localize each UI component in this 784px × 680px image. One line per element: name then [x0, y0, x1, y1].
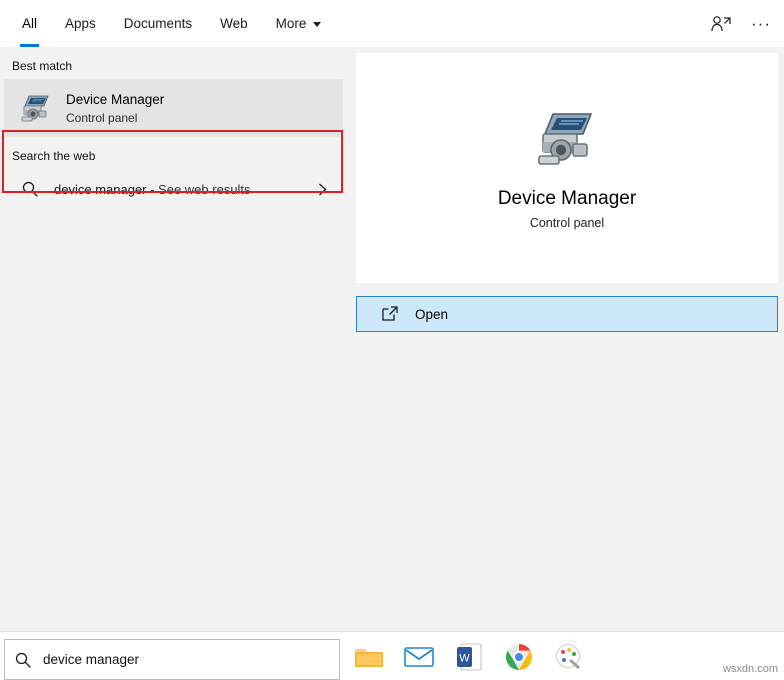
word-icon[interactable]: W [452, 640, 486, 674]
taskbar-search-box[interactable] [4, 639, 340, 680]
result-item-device-manager[interactable]: Device Manager Control panel [4, 79, 343, 137]
tab-web-label: Web [220, 16, 248, 31]
chevron-down-icon [313, 21, 322, 28]
chrome-icon[interactable] [502, 640, 536, 674]
result-title: Device Manager [66, 91, 165, 107]
tab-bar-actions: ··· [708, 0, 774, 47]
web-result-suffix: - See web results [146, 181, 251, 197]
chevron-right-icon[interactable] [318, 183, 327, 196]
web-result-query: device manager [54, 181, 147, 197]
tab-documents[interactable]: Documents [110, 0, 206, 47]
tab-web[interactable]: Web [206, 0, 262, 47]
result-subtitle: Control panel [66, 110, 138, 125]
tab-apps[interactable]: Apps [51, 0, 110, 47]
search-results-screen: All Apps Documents Web More ··· Best mat… [0, 0, 784, 680]
paint-icon[interactable] [552, 640, 586, 674]
search-input[interactable] [43, 652, 313, 667]
tab-all[interactable]: All [8, 0, 51, 47]
taskbar-pinned-apps: W [352, 637, 586, 677]
ellipsis-icon[interactable]: ··· [748, 11, 774, 37]
tab-more[interactable]: More [262, 0, 336, 47]
open-button[interactable]: Open [356, 296, 778, 332]
device-manager-icon [20, 92, 52, 124]
svg-text:W: W [459, 653, 470, 665]
results-pane: Best match Device Manager Control panel … [0, 47, 347, 631]
search-web-heading: Search the web [12, 149, 96, 163]
magnifier-icon [15, 652, 31, 668]
tab-all-label: All [22, 16, 38, 31]
open-button-label: Open [415, 306, 449, 322]
watermark: wsxdn.com [722, 663, 778, 675]
search-tabs: All Apps Documents Web More [8, 0, 335, 47]
preview-card: Device Manager Control panel [356, 53, 778, 283]
web-result-label: device manager - See web results [54, 182, 318, 197]
mail-icon[interactable] [402, 640, 436, 674]
search-icon [20, 181, 40, 197]
search-tab-bar: All Apps Documents Web More ··· [0, 0, 784, 48]
person-share-icon[interactable] [708, 11, 734, 37]
open-external-icon [381, 305, 399, 323]
preview-pane: Device Manager Control panel Open [347, 47, 784, 631]
device-manager-icon [535, 106, 599, 170]
preview-subtitle: Control panel [529, 216, 605, 230]
tab-more-label: More [275, 16, 307, 31]
tab-apps-label: Apps [65, 16, 96, 31]
web-result-item[interactable]: device manager - See web results [4, 169, 343, 209]
ellipsis-glyph: ··· [751, 13, 771, 33]
file-explorer-icon[interactable] [352, 640, 386, 674]
preview-title: Device Manager [497, 188, 637, 209]
result-text: Device Manager Control panel [66, 91, 164, 126]
best-match-heading: Best match [12, 59, 73, 73]
tab-documents-label: Documents [123, 16, 193, 31]
